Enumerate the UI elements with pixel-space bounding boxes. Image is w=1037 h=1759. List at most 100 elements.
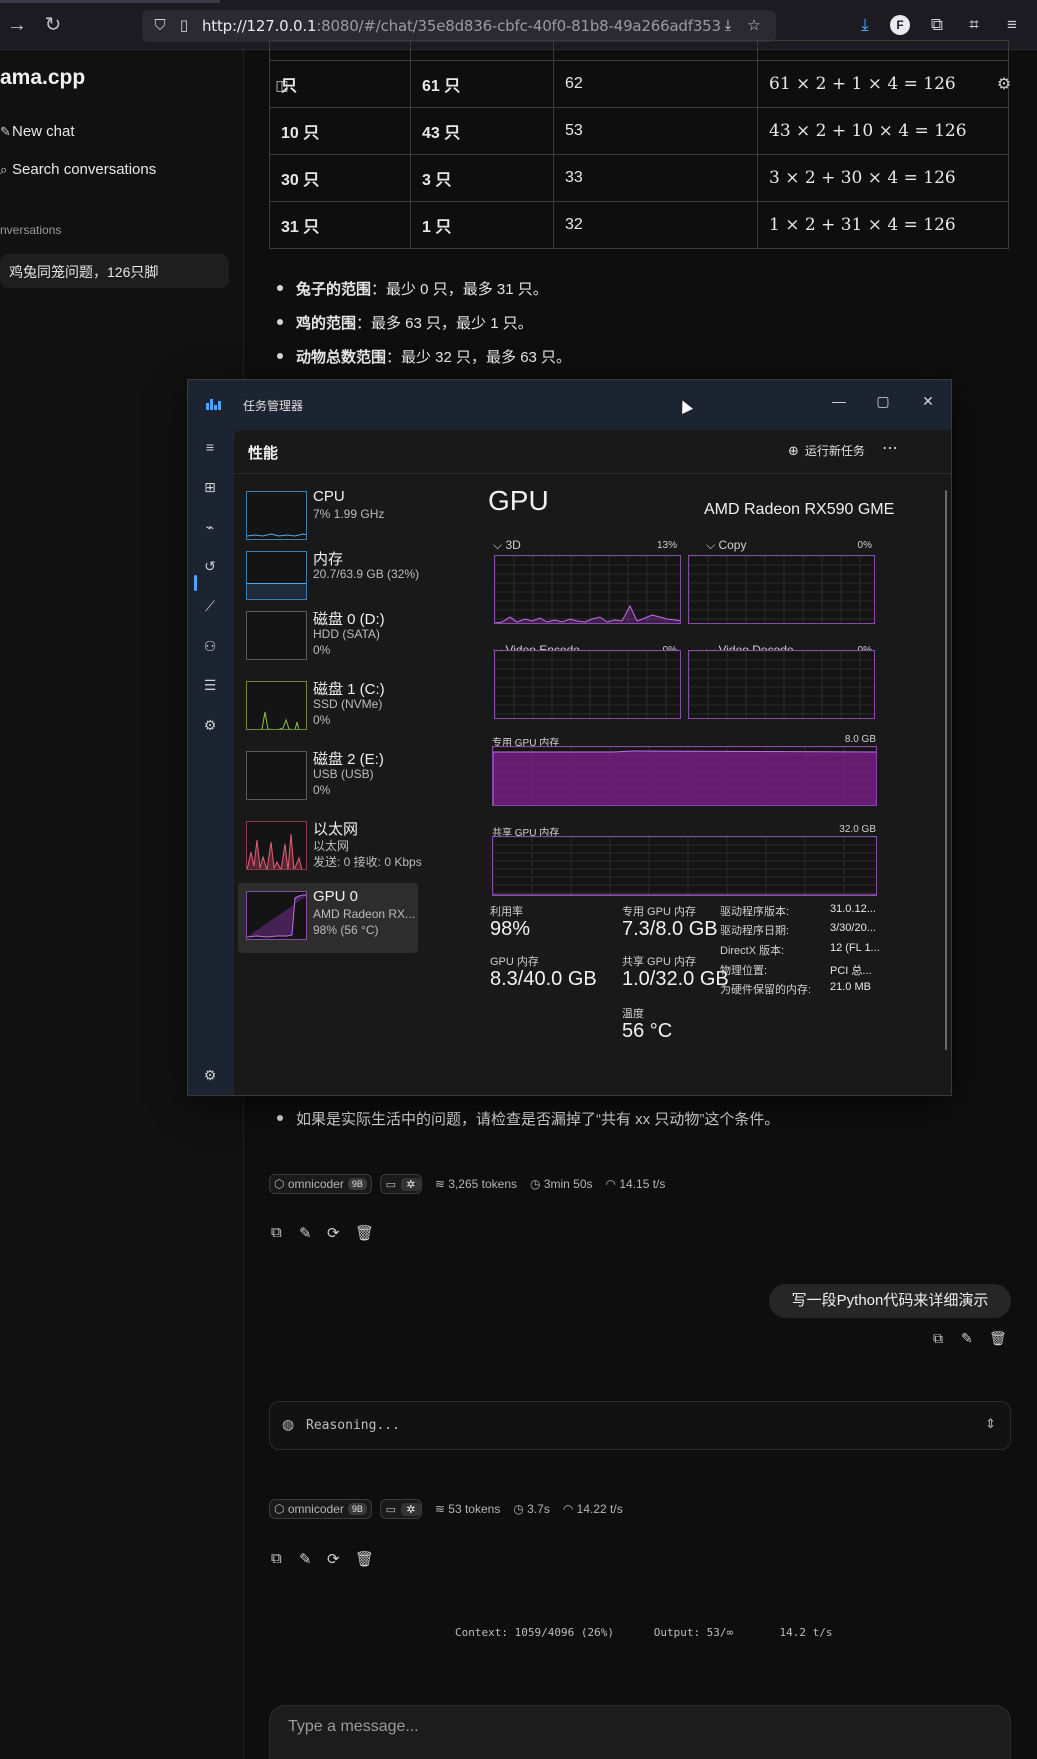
services-icon[interactable]: ⚙	[198, 713, 222, 737]
url-text[interactable]: http://127.0.0.1:8080/#/chat/35e8d836-cb…	[202, 17, 721, 35]
bookmark-star-icon[interactable]: ☆	[742, 14, 766, 38]
app-history-icon[interactable]: ↺	[198, 554, 222, 578]
search-conversations-button[interactable]: ⌕ Search conversations	[0, 161, 156, 178]
stat-dedicated-label: 专用 GPU 内存	[622, 906, 696, 918]
speed: ◠ 14.15 t/s	[606, 1177, 666, 1191]
list-item-bold: 动物总数范围	[296, 349, 387, 366]
profile-avatar[interactable]: F	[890, 15, 910, 35]
processes-icon[interactable]: ⊞	[198, 475, 222, 499]
copy-icon[interactable]: ⧉	[271, 1224, 299, 1242]
sparkle-icon[interactable]: ✲	[400, 1502, 421, 1516]
device-disk-1[interactable]: 磁盘 1 (C:) SSD (NVMe) 0%	[238, 673, 418, 743]
more-options-icon[interactable]: ⋯	[882, 438, 899, 458]
hamburger-icon[interactable]: ≡	[198, 435, 222, 459]
token-count-text: 3,265 tokens	[448, 1177, 517, 1191]
performance-icon[interactable]: ⌁	[198, 515, 222, 539]
disk-0-thumbnail	[246, 611, 307, 660]
reload-icon[interactable]: ↻	[40, 12, 66, 38]
trash-icon[interactable]: 🗑	[989, 1330, 1017, 1347]
table-cell: 61 × 2 + 1 × 4 = 126	[757, 60, 1009, 108]
downloads-icon[interactable]: ⤓	[853, 13, 877, 37]
graph-dedicated	[492, 746, 877, 806]
trash-icon[interactable]: 🗑	[355, 1550, 383, 1568]
list-item-text: ：最少 32 只，最多 63 只。	[386, 349, 572, 366]
close-button[interactable]: ✕	[913, 389, 943, 413]
list-item: 兔子的范围：最少 0 只，最多 31 只。	[277, 278, 571, 312]
model-chip[interactable]: ⬡ omnicoder 9B	[269, 1499, 372, 1519]
list-item-text: ：最多 63 只，最少 1 只。	[356, 315, 533, 332]
list-item: 动物总数范围：最少 32 只，最多 63 只。	[277, 346, 571, 380]
scrollbar[interactable]	[945, 490, 947, 1050]
graph-video-decode	[688, 650, 875, 719]
model-name: omnicoder	[287, 1502, 344, 1516]
new-chat-button[interactable]: ✎New chat	[0, 123, 75, 140]
trash-icon[interactable]: 🗑	[355, 1224, 383, 1242]
users-icon[interactable]: ⚇	[198, 634, 222, 658]
table-cell: 10 只	[269, 107, 411, 155]
regenerate-icon[interactable]: ⟳	[327, 1550, 355, 1568]
list-item: 鸡的范围：最多 63 只，最少 1 只。	[277, 312, 571, 346]
list-item-bold: 鸡的范围	[296, 315, 357, 332]
graph-copy-label[interactable]: ⌵ Copy	[706, 538, 746, 553]
device-disk-0[interactable]: 磁盘 0 (D:) HDD (SATA) 0%	[238, 603, 418, 673]
stat-utilization-value: 98%	[490, 918, 531, 940]
reasoning-panel[interactable]: ◍ Reasoning... ⇕	[269, 1401, 1011, 1450]
device-gpu-0[interactable]: GPU 0 AMD Radeon RX... 98% (56 °C)	[238, 883, 418, 953]
graph-copy-name: Copy	[718, 538, 747, 552]
duration-text: 3min 50s	[543, 1177, 593, 1191]
table-cell: 32	[553, 201, 758, 249]
copy-icon[interactable]: ⧉	[933, 1330, 961, 1347]
device-usage: 发送: 0 接收: 0 Kbps	[313, 855, 422, 869]
device-detail: HDD (SATA)	[313, 627, 380, 641]
sparkle-icon[interactable]: ✲	[400, 1177, 421, 1191]
page-title: 性能	[248, 445, 279, 462]
layers-icon: ≋	[434, 1177, 445, 1191]
details-icon[interactable]: ☰	[198, 673, 222, 697]
sidebar-toggle-icon[interactable]: ◫	[269, 72, 295, 98]
conversation-item[interactable]: 鸡兔同笼问题，126只脚	[0, 254, 229, 288]
graph-3d-percent: 13%	[656, 540, 677, 551]
expand-chevron-icon[interactable]: ⇕	[985, 1416, 996, 1432]
settings-icon[interactable]: ⚙	[198, 1063, 222, 1087]
edit-icon[interactable]: ✎	[299, 1550, 327, 1568]
book-icon[interactable]: ▭	[381, 1503, 401, 1516]
task-manager-titlebar[interactable]: 任务管理器 — ▢ ✕	[188, 380, 951, 430]
menu-icon[interactable]: ≡	[1000, 13, 1024, 37]
mode-toggle: ▭ ✲	[379, 1174, 422, 1194]
copy-icon[interactable]: ⧉	[271, 1550, 299, 1568]
context-status: Context: 1059/4096 (26%) Output: 53/∞ 14…	[455, 1626, 833, 1639]
tab-strip	[0, 0, 220, 3]
crop-icon[interactable]: ⌗	[962, 13, 986, 37]
pencil-icon: ✎	[0, 124, 11, 139]
edit-icon[interactable]: ✎	[299, 1224, 327, 1242]
message-input[interactable]: Type a message...	[269, 1705, 1011, 1759]
regenerate-icon[interactable]: ⟳	[327, 1224, 355, 1242]
forward-icon[interactable]: →	[4, 12, 30, 38]
shield-icon[interactable]: ⛉	[148, 14, 172, 38]
device-disk-2[interactable]: 磁盘 2 (E:) USB (USB) 0%	[238, 743, 418, 813]
mouse-cursor	[677, 398, 693, 414]
minimize-button[interactable]: —	[824, 389, 854, 413]
startup-apps-icon[interactable]: ⟋	[198, 594, 222, 618]
directx-version-value: 12 (FL 1...	[830, 942, 880, 954]
table-cell: 43 只	[410, 107, 554, 155]
table-cell: 1 只	[410, 201, 554, 249]
speed-text: 14.22 t/s	[576, 1502, 623, 1516]
edit-icon[interactable]: ✎	[961, 1330, 989, 1347]
address-bar[interactable]: ⛉ ▯ http://127.0.0.1:8080/#/chat/35e8d83…	[142, 10, 776, 42]
graph-3d-label[interactable]: ⌵ 3D	[493, 538, 521, 553]
book-icon[interactable]: ▭	[381, 1178, 401, 1191]
run-new-task-button[interactable]: ⊕ 运行新任务	[788, 442, 865, 459]
model-chip[interactable]: ⬡ omnicoder 9B	[269, 1174, 372, 1194]
device-usage: 0%	[313, 643, 331, 657]
download-page-icon[interactable]: ⤓	[716, 14, 740, 38]
disk-2-thumbnail	[246, 751, 307, 800]
url-host: http://127.0.0.1	[202, 17, 317, 35]
settings-gear-icon[interactable]: ⚙	[991, 72, 1017, 98]
task-manager-logo-icon	[206, 397, 222, 410]
stat-shared-label: 共享 GPU 内存	[622, 956, 696, 968]
extensions-icon[interactable]: ⧉	[925, 13, 949, 37]
maximize-button[interactable]: ▢	[868, 389, 898, 413]
model-size-badge: 9B	[347, 1503, 367, 1515]
device-ethernet[interactable]: 以太网 以太网 发送: 0 接收: 0 Kbps	[238, 813, 422, 883]
